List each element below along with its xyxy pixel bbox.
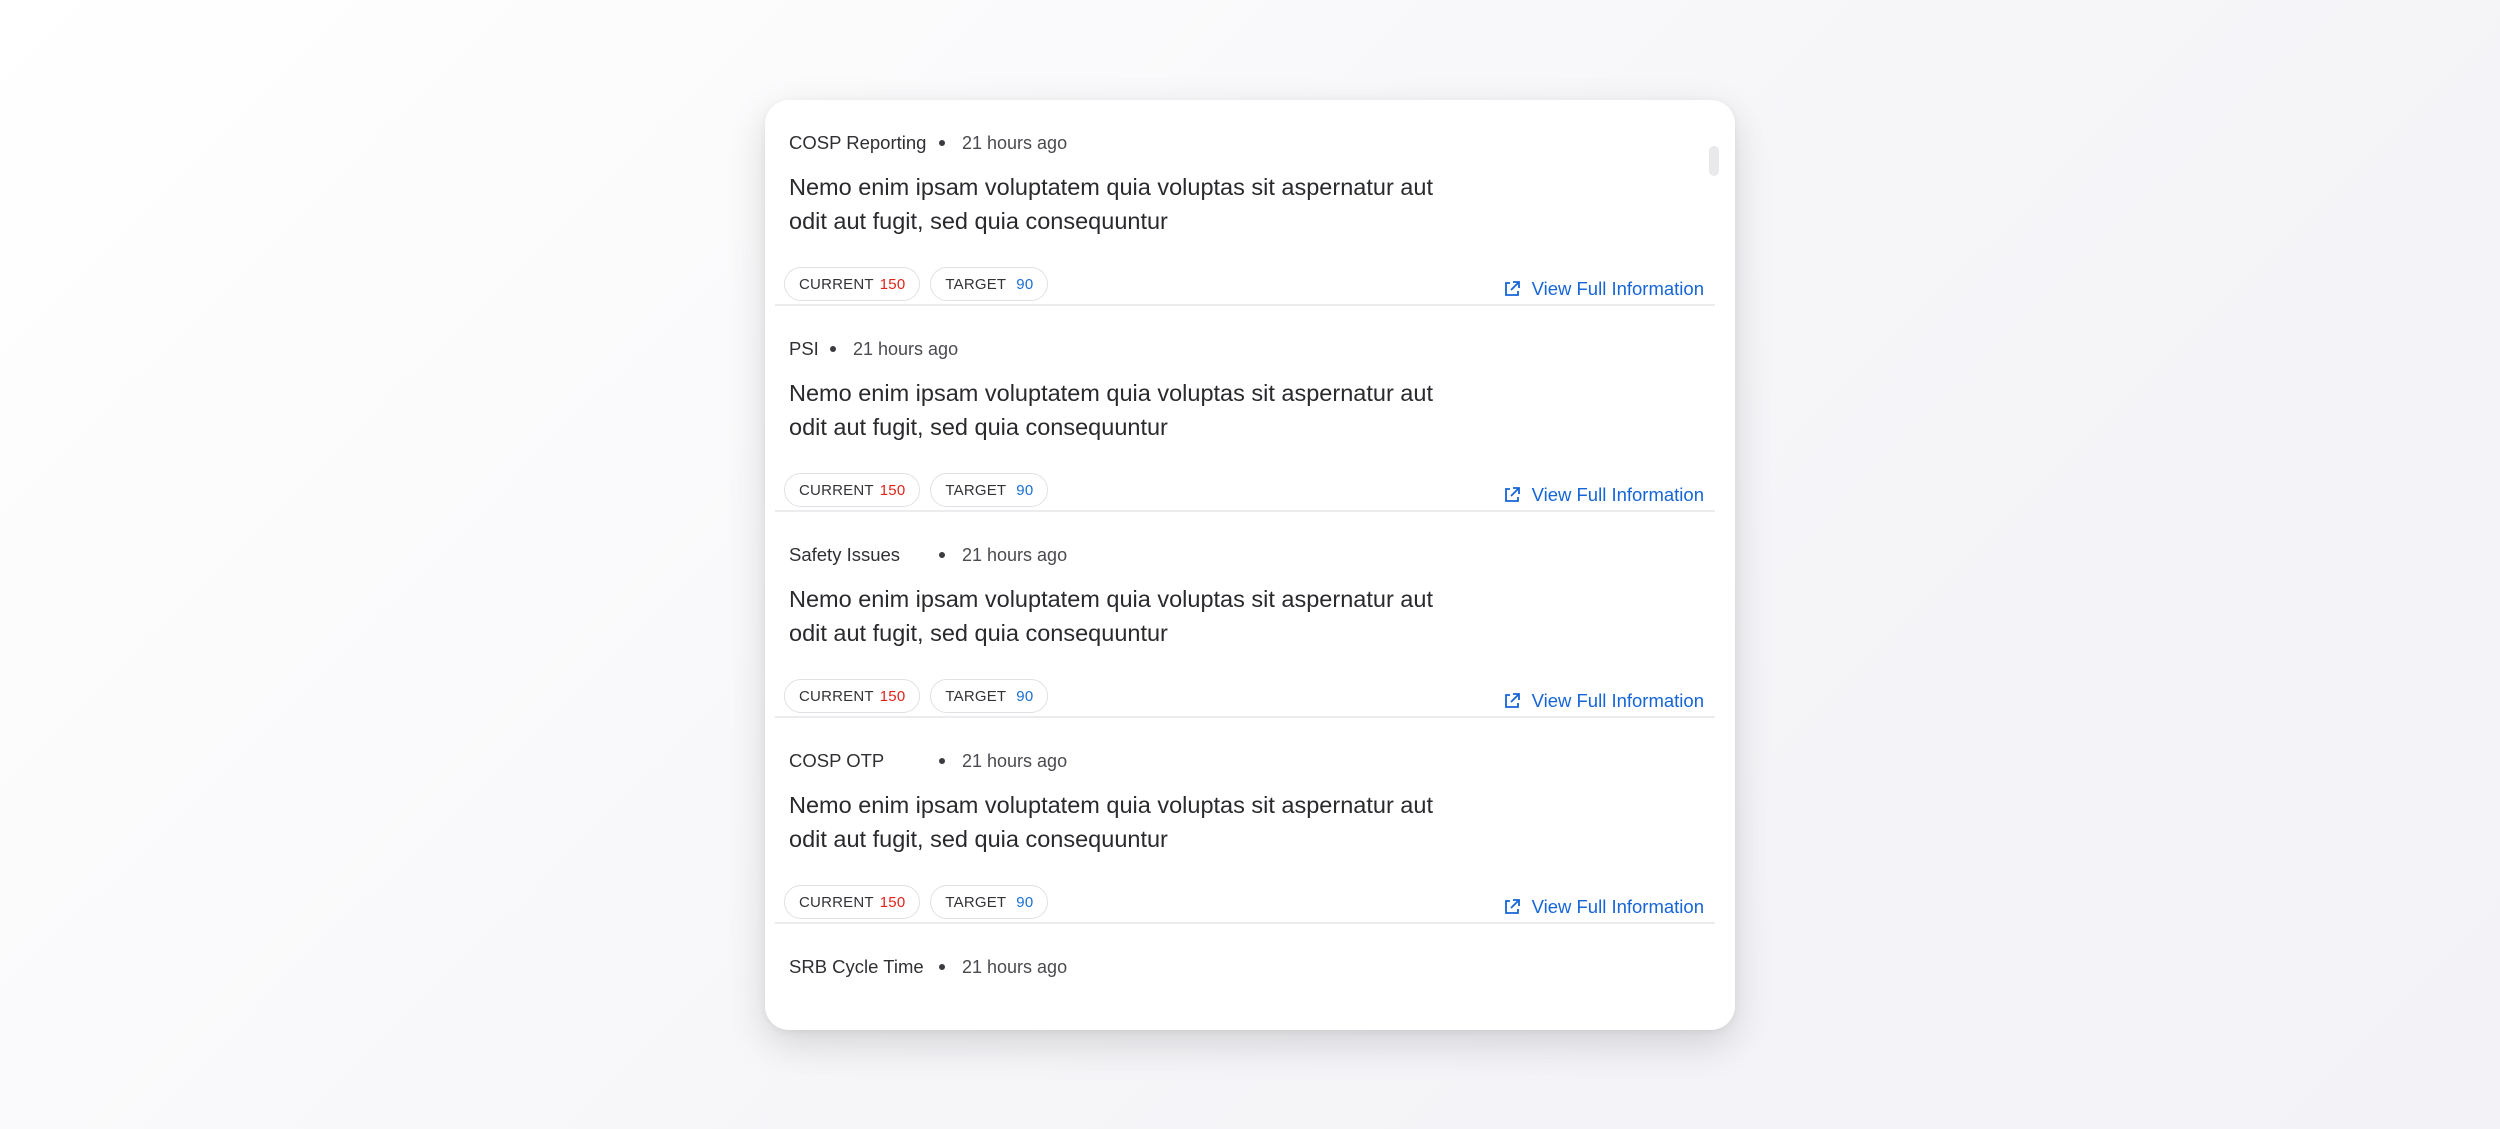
item-time: 21 hours ago	[853, 338, 959, 359]
feed-item: SRB Cycle Time 21 hours ago	[775, 924, 1715, 1030]
item-meta: SRB Cycle Time 21 hours ago	[789, 954, 1067, 980]
target-label: TARGET	[945, 687, 1007, 705]
target-pill: TARGET 90	[930, 679, 1049, 713]
external-link-icon	[1504, 487, 1520, 502]
external-link-icon	[1504, 281, 1520, 296]
target-pill: TARGET 90	[930, 885, 1049, 919]
target-value: 90	[1016, 893, 1034, 911]
item-time: 21 hours ago	[962, 132, 1068, 153]
item-time: 21 hours ago	[962, 956, 1068, 977]
feed-item: PSI 21 hours ago Nemo enim ipsam volupta…	[775, 306, 1715, 512]
target-pill: TARGET 90	[930, 267, 1049, 301]
metric-pills: CURRENT 150 TARGET 90	[784, 267, 1049, 301]
target-label: TARGET	[945, 893, 1007, 911]
feed-card: COSP Reporting 21 hours ago Nemo enim ip…	[765, 100, 1735, 1030]
metric-pills: CURRENT 150 TARGET 90	[784, 885, 1049, 919]
item-time: 21 hours ago	[962, 544, 1068, 565]
item-meta: PSI 21 hours ago	[789, 336, 958, 362]
item-source: Safety Issues	[789, 544, 901, 565]
target-pill: TARGET 90	[930, 473, 1049, 507]
view-full-information-link[interactable]: View Full Information	[1503, 484, 1704, 506]
separator-dot	[830, 346, 836, 352]
target-value: 90	[1016, 275, 1034, 293]
current-value: 150	[879, 275, 906, 293]
item-text: Nemo enim ipsam voluptatem quia voluptas…	[789, 174, 1433, 234]
external-link-icon	[1504, 899, 1520, 914]
view-full-information-link[interactable]: View Full Information	[1503, 690, 1704, 712]
link-label: View Full Information	[1531, 896, 1704, 917]
item-source: SRB Cycle Time	[789, 956, 924, 977]
target-value: 90	[1016, 687, 1034, 705]
feed-item: Safety Issues 21 hours ago Nemo enim ips…	[775, 512, 1715, 718]
separator-dot	[939, 552, 945, 558]
item-text: Nemo enim ipsam voluptatem quia voluptas…	[789, 586, 1433, 646]
item-time: 21 hours ago	[962, 750, 1068, 771]
current-label: CURRENT	[799, 687, 874, 705]
item-source: COSP Reporting	[789, 132, 927, 153]
separator-dot	[939, 140, 945, 146]
link-label: View Full Information	[1531, 278, 1704, 299]
current-value: 150	[879, 687, 906, 705]
item-source: COSP OTP	[789, 750, 885, 771]
link-label: View Full Information	[1531, 484, 1704, 505]
current-label: CURRENT	[799, 893, 874, 911]
target-label: TARGET	[945, 275, 1007, 293]
current-pill: CURRENT 150	[784, 473, 921, 507]
separator-dot	[939, 758, 945, 764]
target-value: 90	[1016, 481, 1034, 499]
view-full-information-link[interactable]: View Full Information	[1503, 278, 1704, 300]
item-text: Nemo enim ipsam voluptatem quia voluptas…	[789, 792, 1433, 852]
item-source: PSI	[789, 338, 819, 359]
feed-item: COSP OTP 21 hours ago Nemo enim ipsam vo…	[775, 718, 1715, 924]
item-meta: COSP Reporting 21 hours ago	[789, 130, 1067, 156]
current-pill: CURRENT 150	[784, 267, 921, 301]
current-pill: CURRENT 150	[784, 885, 921, 919]
view-full-information-link[interactable]: View Full Information	[1503, 896, 1704, 918]
feed-item: COSP Reporting 21 hours ago Nemo enim ip…	[775, 100, 1715, 306]
current-label: CURRENT	[799, 481, 874, 499]
link-label: View Full Information	[1531, 690, 1704, 711]
separator-dot	[939, 964, 945, 970]
current-value: 150	[879, 481, 906, 499]
current-value: 150	[879, 893, 906, 911]
target-label: TARGET	[945, 481, 1007, 499]
scrollbar-thumb[interactable]	[1709, 146, 1719, 176]
feed-list[interactable]: COSP Reporting 21 hours ago Nemo enim ip…	[775, 100, 1715, 1030]
external-link-icon	[1504, 693, 1520, 708]
item-meta: COSP OTP 21 hours ago	[789, 748, 1067, 774]
item-meta: Safety Issues 21 hours ago	[789, 542, 1067, 568]
metric-pills: CURRENT 150 TARGET 90	[784, 679, 1049, 713]
current-pill: CURRENT 150	[784, 679, 921, 713]
metric-pills: CURRENT 150 TARGET 90	[784, 473, 1049, 507]
item-text: Nemo enim ipsam voluptatem quia voluptas…	[789, 380, 1433, 440]
current-label: CURRENT	[799, 275, 874, 293]
